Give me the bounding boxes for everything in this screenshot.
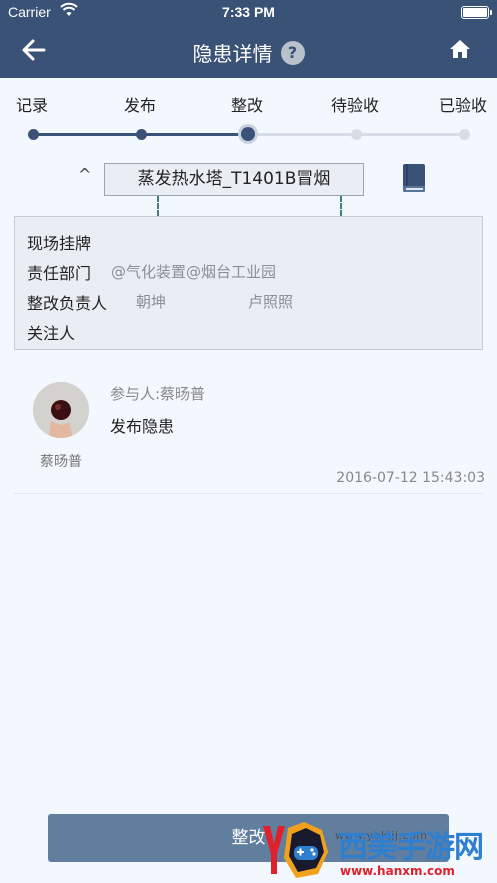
- navigation-bar: 隐患详情 ?: [0, 24, 497, 78]
- step-label-rectify: 整改: [231, 96, 264, 115]
- step-dot-record: [28, 129, 39, 140]
- clock: 7:33 PM: [222, 4, 275, 20]
- participant-text: 参与人:蔡旸普: [110, 385, 206, 403]
- step-label-publish: 发布: [124, 96, 157, 115]
- step-dot-pending-acceptance: [351, 129, 362, 140]
- gamepad-logo-icon: [263, 822, 328, 878]
- book-icon[interactable]: [400, 162, 428, 194]
- rectifier-label: 整改负责人: [27, 294, 108, 313]
- record-action: 发布隐患: [110, 417, 175, 436]
- connector-line: [157, 196, 159, 216]
- step-label-accepted: 已验收: [439, 96, 488, 115]
- page-title: 隐患详情: [192, 42, 273, 66]
- hazard-title: 蒸发热水塔_T1401B冒烟: [104, 163, 364, 196]
- followers-label: 关注人: [27, 324, 76, 343]
- home-icon[interactable]: [449, 38, 471, 60]
- step-dot-rectify: [241, 127, 255, 141]
- status-bar: Carrier 7:33 PM: [0, 0, 497, 24]
- app-header: Carrier 7:33 PM 隐患详情 ?: [0, 0, 497, 78]
- battery-icon: [461, 6, 492, 19]
- watermark-logo: 西美手游网 www.hanxm.com: [258, 818, 497, 883]
- department-value: @气化装置@烟台工业园: [111, 263, 277, 281]
- help-icon[interactable]: ?: [280, 40, 305, 65]
- onsite-tag-label: 现场挂牌: [27, 234, 92, 253]
- department-label: 责任部门: [27, 264, 92, 283]
- progress-steps: 记录 发布 整改 待验收 已验收: [0, 90, 497, 150]
- hazard-info-panel: 现场挂牌 责任部门 @气化装置@烟台工业园 整改负责人 朝坤 卢照照 关注人: [14, 216, 483, 350]
- collapse-caret-icon[interactable]: ^: [78, 165, 91, 184]
- activity-record: 蔡旸普 参与人:蔡旸普 发布隐患 2016-07-12 15:43:03: [0, 365, 497, 495]
- avatar: [33, 382, 89, 438]
- rectifier-name: 卢照照: [248, 293, 294, 311]
- step-dot-publish: [136, 129, 147, 140]
- watermark-url: www.hanxm.com: [340, 864, 455, 878]
- connector-line: [340, 196, 342, 216]
- step-label-pending-acceptance: 待验收: [331, 96, 380, 115]
- step-dot-accepted: [459, 129, 470, 140]
- step-label-record: 记录: [16, 96, 49, 115]
- watermark-logo-text: 西美手游网: [338, 830, 484, 865]
- rectifier-name: 朝坤: [136, 293, 167, 311]
- avatar-name: 蔡旸普: [40, 454, 82, 470]
- record-timestamp: 2016-07-12 15:43:03: [336, 470, 485, 486]
- divider: [14, 493, 483, 494]
